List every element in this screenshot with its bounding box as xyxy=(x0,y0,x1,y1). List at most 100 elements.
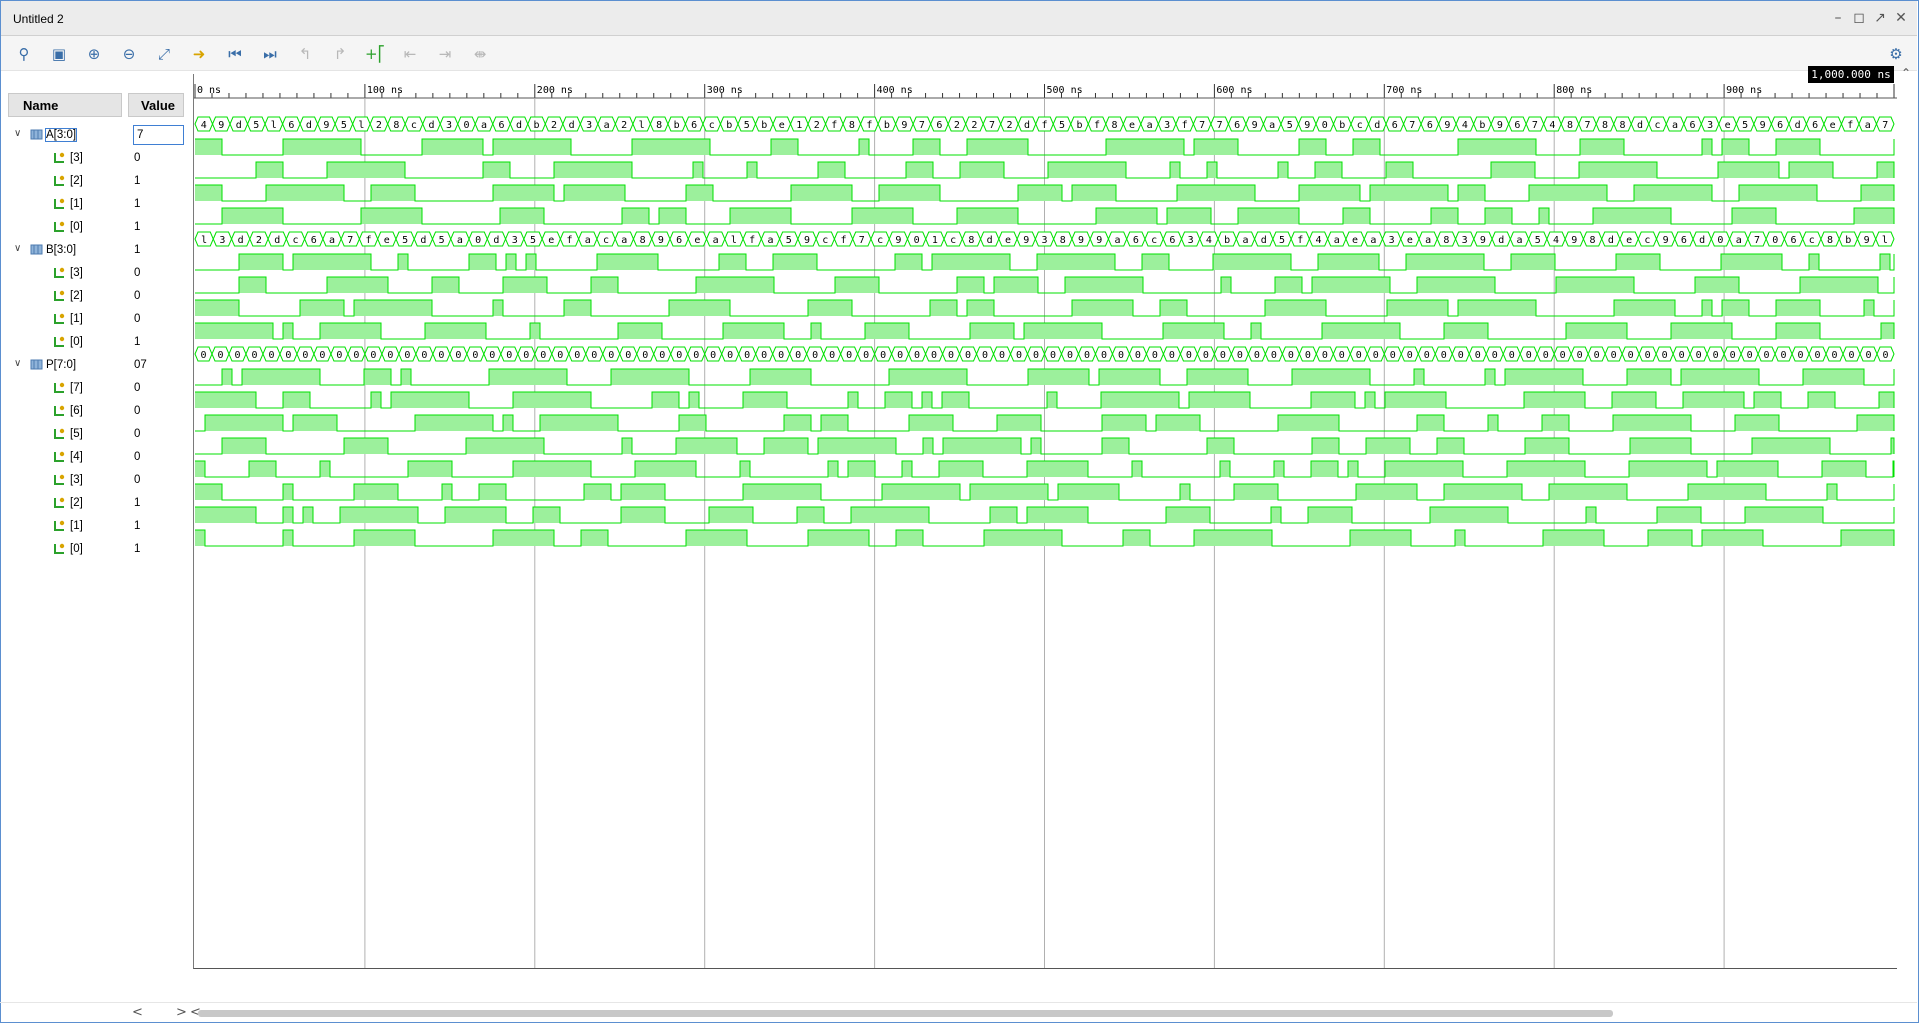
bus-value-label: c xyxy=(292,235,298,246)
high-level-fill xyxy=(469,254,496,270)
high-level-fill xyxy=(493,139,571,155)
bus-value-label: f xyxy=(866,120,872,131)
high-level-fill xyxy=(1027,507,1088,523)
high-level-fill xyxy=(1106,139,1184,155)
previous-transition-icon[interactable]: ↰ xyxy=(294,43,316,65)
bus-value-label: 5 xyxy=(253,120,259,131)
high-level-fill xyxy=(960,162,1004,178)
bit-signal-icon xyxy=(54,290,65,301)
bus-value-label: 3 xyxy=(446,120,452,131)
restore-icon[interactable]: ◻ xyxy=(1850,9,1868,27)
high-level-fill xyxy=(1343,208,1370,224)
bus-signal-row[interactable]: ∨ B[3:0] 1 xyxy=(8,239,188,262)
go-to-cursor-icon[interactable]: ➜ xyxy=(188,43,210,65)
high-level-fill xyxy=(851,507,929,523)
bus-value-label: f xyxy=(1041,120,1047,131)
bus-value-label: 8 xyxy=(849,120,855,131)
bus-value-label: d xyxy=(306,120,312,131)
bit-signal-row[interactable]: [5] 0 xyxy=(8,423,188,446)
go-to-end-icon[interactable]: ⏭ xyxy=(259,43,281,65)
signal-value[interactable]: 7 xyxy=(133,125,184,145)
horizontal-scrollbar[interactable] xyxy=(198,1010,1613,1017)
waveform-area[interactable]: 0 ns 100 ns 200 ns 300 ns 400 ns 500 ns 600 ns… xyxy=(193,74,1897,969)
bus-value-label: 7 xyxy=(1199,120,1205,131)
bus-signal-row[interactable]: ∨ A[3:0] 7 xyxy=(8,124,188,147)
bit-signal-row[interactable]: [0] 1 xyxy=(8,216,188,239)
bus-signal-row[interactable]: ∨ P[7:0] 07 xyxy=(8,354,188,377)
bus-value-label: 9 xyxy=(658,235,664,246)
bit-signal-icon xyxy=(54,474,65,485)
next-marker-icon[interactable]: ⇥ xyxy=(434,43,456,65)
gear-icon[interactable]: ⚙ xyxy=(1885,43,1907,65)
bit-signal-row[interactable]: [0] 1 xyxy=(8,538,188,561)
scroll-up-icon[interactable]: ⌃ xyxy=(1901,66,1911,80)
bus-value-label: 5 xyxy=(1279,235,1285,246)
previous-marker-icon[interactable]: ⇤ xyxy=(399,43,421,65)
bit-signal-row[interactable]: [4] 0 xyxy=(8,446,188,469)
swap-cursors-icon[interactable]: ⇼ xyxy=(469,43,491,65)
value-column-header[interactable]: Value xyxy=(128,93,184,117)
close-icon[interactable]: ✕ xyxy=(1892,9,1910,27)
bit-signal-icon xyxy=(54,175,65,186)
bit-signal-row[interactable]: [3] 0 xyxy=(8,147,188,170)
bit-signal-icon xyxy=(54,543,65,554)
high-level-fill xyxy=(611,369,689,385)
high-level-fill xyxy=(1072,300,1133,316)
expand-toggle-icon[interactable]: ∨ xyxy=(14,358,26,369)
bus-value-label: e xyxy=(1725,120,1731,131)
signal-value: 1 xyxy=(134,336,141,348)
bus-value-label: 0 xyxy=(1781,350,1787,361)
bus-value-label: 0 xyxy=(285,350,291,361)
high-level-fill xyxy=(239,277,266,293)
bus-value-label: c xyxy=(603,235,609,246)
bus-value-label: 7 xyxy=(859,235,865,246)
bit-signal-row[interactable]: [0] 1 xyxy=(8,331,188,354)
bit-signal-row[interactable]: [1] 1 xyxy=(8,193,188,216)
bit-signal-row[interactable]: [3] 0 xyxy=(8,262,188,285)
bit-signal-row[interactable]: [2] 1 xyxy=(8,170,188,193)
bus-value-label: 0 xyxy=(574,350,580,361)
bus-value-label: 6 xyxy=(1392,120,1398,131)
maximize-icon[interactable]: ↗ xyxy=(1871,9,1889,27)
name-scroll-right-icon[interactable]: > xyxy=(176,1005,187,1020)
bus-value-label: e xyxy=(384,235,390,246)
go-to-start-icon[interactable]: ⏮ xyxy=(224,43,246,65)
name-scroll-left-icon[interactable]: < xyxy=(132,1005,143,1020)
high-level-fill xyxy=(1187,369,1248,385)
bus-value-label: d xyxy=(1608,235,1614,246)
bus-value-label: a xyxy=(1516,235,1522,246)
high-level-fill xyxy=(865,323,909,339)
high-level-fill xyxy=(1444,323,1488,339)
bus-value-label: a xyxy=(713,235,719,246)
bus-waveform: l 3 d 2 d c 6 a 7 f e 5 d 5 a 0 d 3 5 e f a c a 8 9 6 e a l f a 5 9 c f 7 c 9 0… xyxy=(194,231,1895,247)
zoom-in-icon[interactable]: ⊕ xyxy=(83,43,105,65)
zoom-fit-icon[interactable]: ⤢ xyxy=(153,43,175,65)
expand-toggle-icon[interactable]: ∨ xyxy=(14,243,26,254)
high-level-fill xyxy=(493,300,503,316)
high-level-fill xyxy=(1102,415,1146,431)
bus-value-label: a xyxy=(1242,235,1248,246)
search-icon[interactable]: ⚲ xyxy=(13,43,35,65)
bit-signal-row[interactable]: [7] 0 xyxy=(8,377,188,400)
add-marker-icon[interactable]: +⎡ xyxy=(364,43,386,65)
name-column-header[interactable]: Name xyxy=(8,93,122,117)
next-transition-icon[interactable]: ↱ xyxy=(329,43,351,65)
bit-signal-row[interactable]: [6] 0 xyxy=(8,400,188,423)
bus-value-label: c xyxy=(1644,235,1650,246)
bit-signal-row[interactable]: [2] 0 xyxy=(8,285,188,308)
save-icon[interactable]: ▣ xyxy=(48,43,70,65)
bit-signal-row[interactable]: [1] 1 xyxy=(8,515,188,538)
high-level-fill xyxy=(1648,530,1692,546)
bus-value-label: 0 xyxy=(1594,350,1600,361)
expand-toggle-icon[interactable]: ∨ xyxy=(14,128,26,139)
minimize-icon[interactable]: – xyxy=(1829,9,1847,27)
high-level-fill xyxy=(1123,530,1150,546)
bus-value-label: 0 xyxy=(744,350,750,361)
bit-signal-icon xyxy=(54,405,65,416)
bit-signal-row[interactable]: [3] 0 xyxy=(8,469,188,492)
bit-signal-row[interactable]: [2] 1 xyxy=(8,492,188,515)
bus-value-label: 8 xyxy=(1590,235,1596,246)
bit-signal-row[interactable]: [1] 0 xyxy=(8,308,188,331)
high-level-fill xyxy=(618,323,662,339)
zoom-out-icon[interactable]: ⊖ xyxy=(118,43,140,65)
